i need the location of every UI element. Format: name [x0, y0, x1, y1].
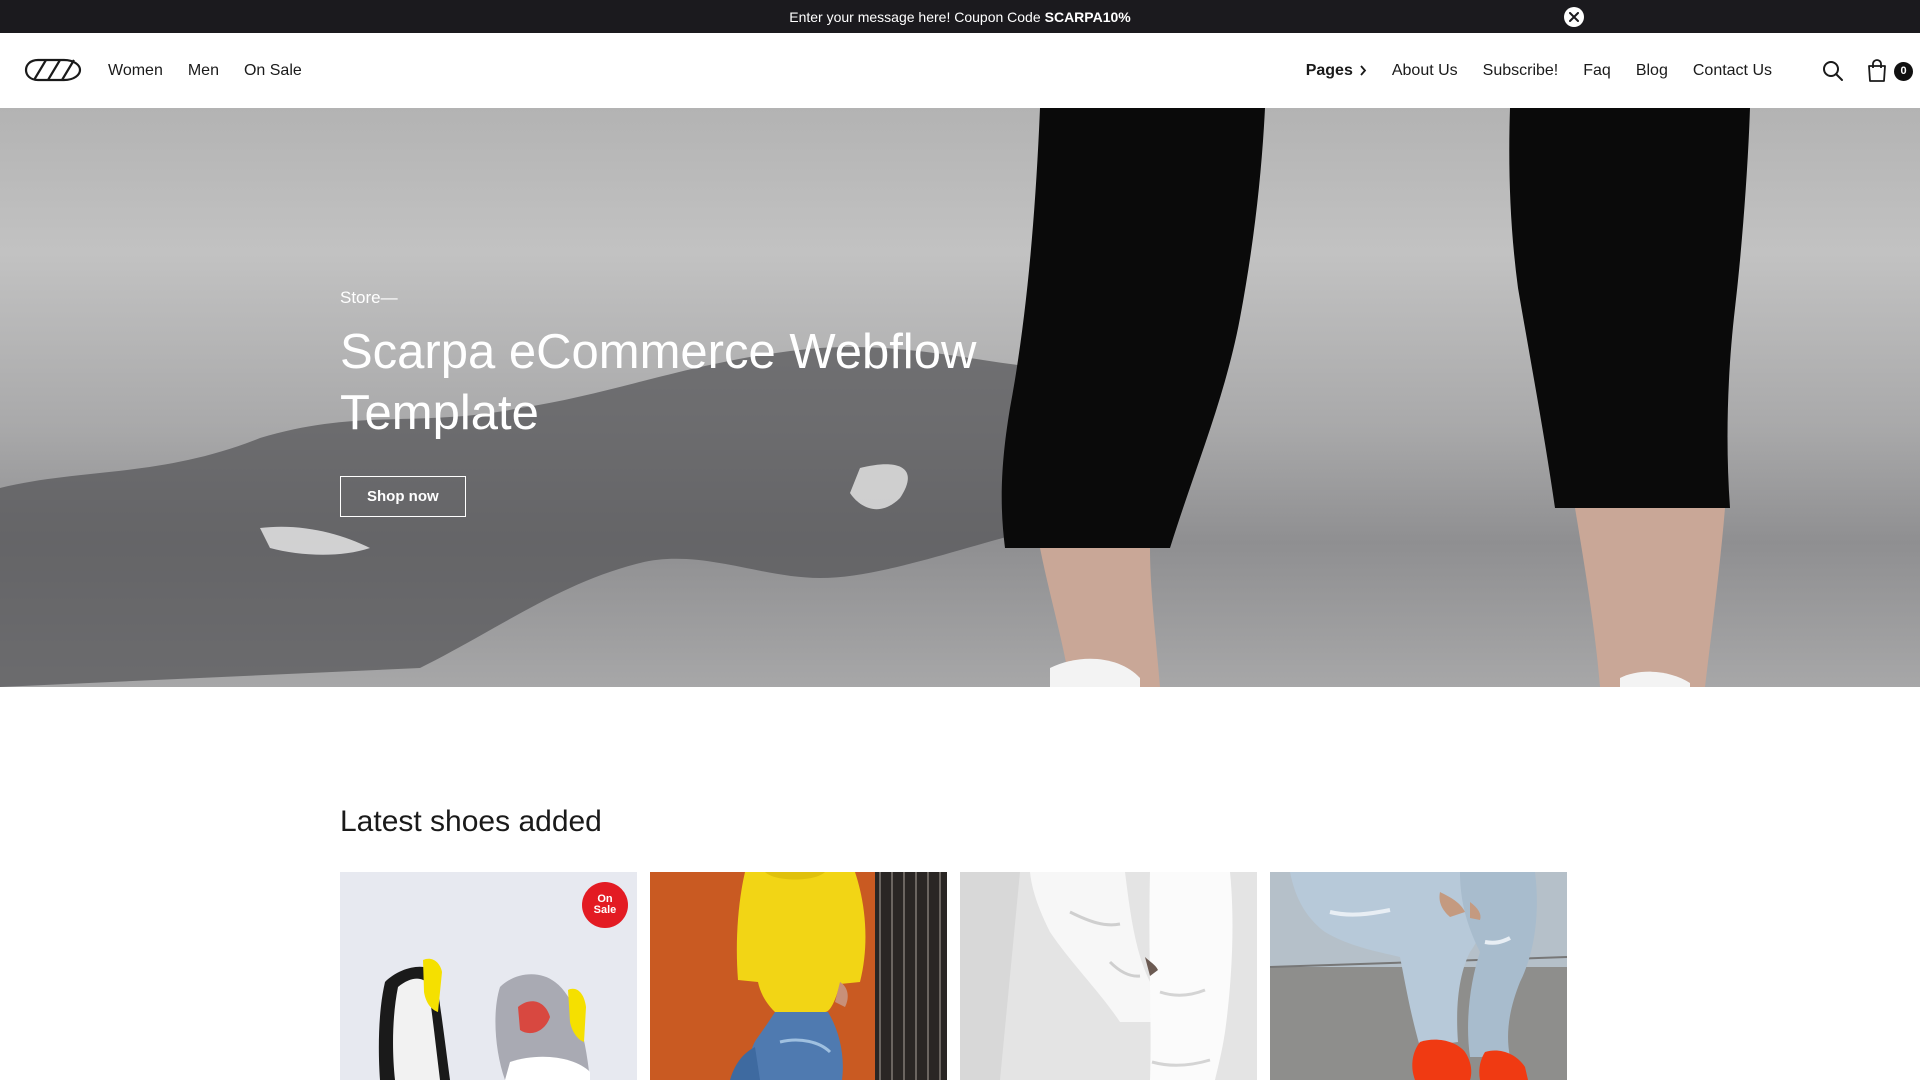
product-card[interactable]: On Sale [340, 872, 637, 1080]
section-title: Latest shoes added [340, 805, 602, 838]
hero-banner: Store— Scarpa eCommerce Webflow Template… [0, 108, 1920, 687]
brand-logo[interactable] [24, 58, 82, 82]
chevron-right-icon [1360, 65, 1367, 76]
cart-count-badge: 0 [1894, 61, 1913, 81]
nav-pages-label: Pages [1305, 61, 1353, 79]
nav-actions: 0 [1822, 33, 1913, 108]
nav-dropdown-pages[interactable]: Pages [1306, 62, 1367, 80]
nav-link-about-us[interactable]: About Us [1392, 62, 1458, 80]
secondary-nav-links: Pages About Us Subscribe! Faq Blog Conta… [1306, 33, 1772, 108]
nav-link-contact-us[interactable]: Contact Us [1693, 62, 1772, 80]
shop-now-button[interactable]: Shop now [340, 476, 466, 517]
search-icon[interactable] [1822, 60, 1844, 82]
nav-link-on-sale[interactable]: On Sale [244, 62, 302, 80]
nav-link-women[interactable]: Women [108, 62, 163, 80]
badge-line-2: Sale [593, 904, 617, 916]
product-card[interactable] [1270, 872, 1567, 1080]
cart-button[interactable]: 0 [1866, 58, 1913, 83]
announcement-bar: Enter your message here! Coupon Code SCA… [0, 0, 1920, 33]
nav-link-men[interactable]: Men [188, 62, 219, 80]
on-sale-badge: On Sale [582, 882, 628, 928]
bag-icon [1868, 58, 1886, 82]
coupon-code: SCARPA10% [1044, 8, 1131, 25]
announcement-message: Enter your message here! Coupon Code [789, 8, 1041, 25]
product-image [650, 872, 947, 1080]
nav-link-blog[interactable]: Blog [1636, 62, 1668, 80]
product-card[interactable] [960, 872, 1257, 1080]
nav-link-subscribe[interactable]: Subscribe! [1483, 62, 1559, 80]
hero-content: Store— Scarpa eCommerce Webflow Template… [340, 288, 1040, 517]
main-navigation: Women Men On Sale Pages About Us Subscri… [0, 33, 1920, 108]
nav-link-faq[interactable]: Faq [1583, 62, 1611, 80]
product-image [1270, 872, 1567, 1080]
primary-nav-links: Women Men On Sale [108, 33, 302, 108]
hero-title: Scarpa eCommerce Webflow Template [340, 325, 977, 440]
product-image [960, 872, 1257, 1080]
product-grid: On Sale [340, 872, 1567, 1080]
product-card[interactable] [650, 872, 947, 1080]
close-icon[interactable] [1564, 7, 1584, 27]
hero-eyebrow: Store— [340, 288, 398, 307]
